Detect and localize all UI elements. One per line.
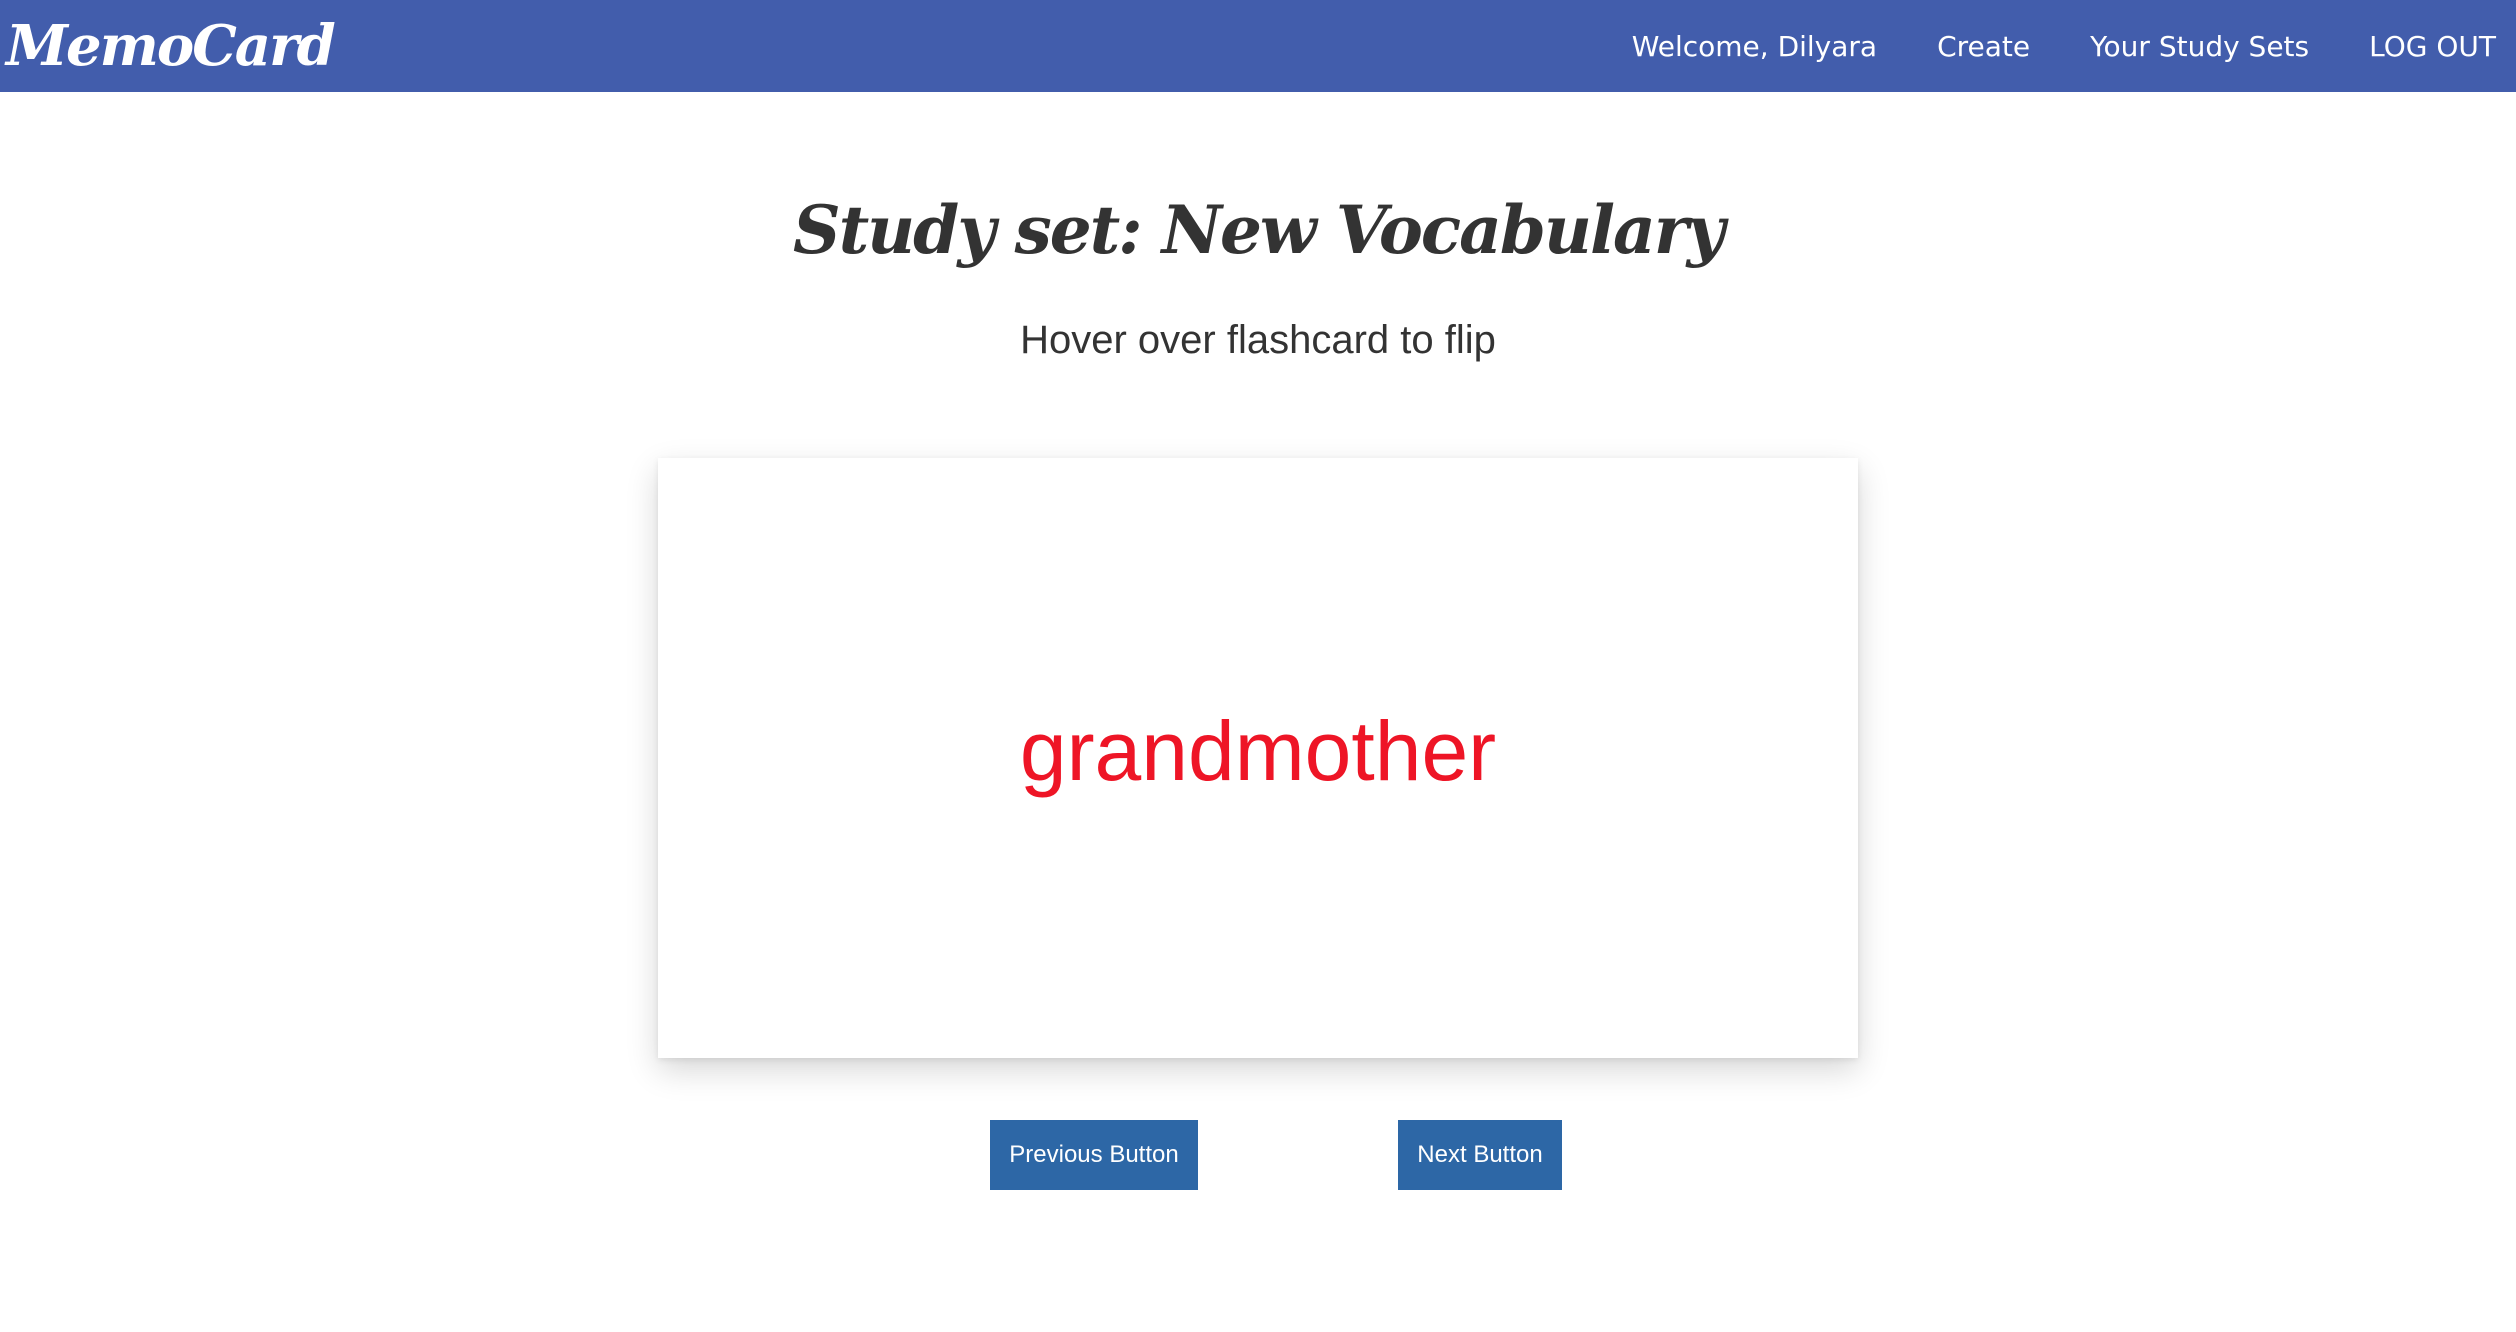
- flashcard-term: grandmother: [1019, 704, 1497, 798]
- nav-links: Welcome, Dilyara Create Your Study Sets …: [1632, 0, 2496, 92]
- brand-logo[interactable]: MemoCard: [6, 8, 336, 84]
- nav-create-link[interactable]: Create: [1937, 30, 2030, 63]
- welcome-message: Welcome, Dilyara: [1631, 29, 1878, 63]
- nav-study-sets-link[interactable]: Your Study Sets: [2090, 30, 2309, 63]
- nav-logout-link[interactable]: LOG OUT: [2369, 30, 2496, 63]
- flip-instruction: Hover over flashcard to flip: [1020, 318, 1496, 362]
- previous-button[interactable]: Previous Button: [990, 1120, 1198, 1190]
- next-button[interactable]: Next Button: [1398, 1120, 1562, 1190]
- navbar: MemoCard Welcome, Dilyara Create Your St…: [0, 0, 2516, 92]
- page-title: Study set: New Vocabulary: [793, 191, 1725, 269]
- flashcard[interactable]: grandmother: [658, 458, 1858, 1058]
